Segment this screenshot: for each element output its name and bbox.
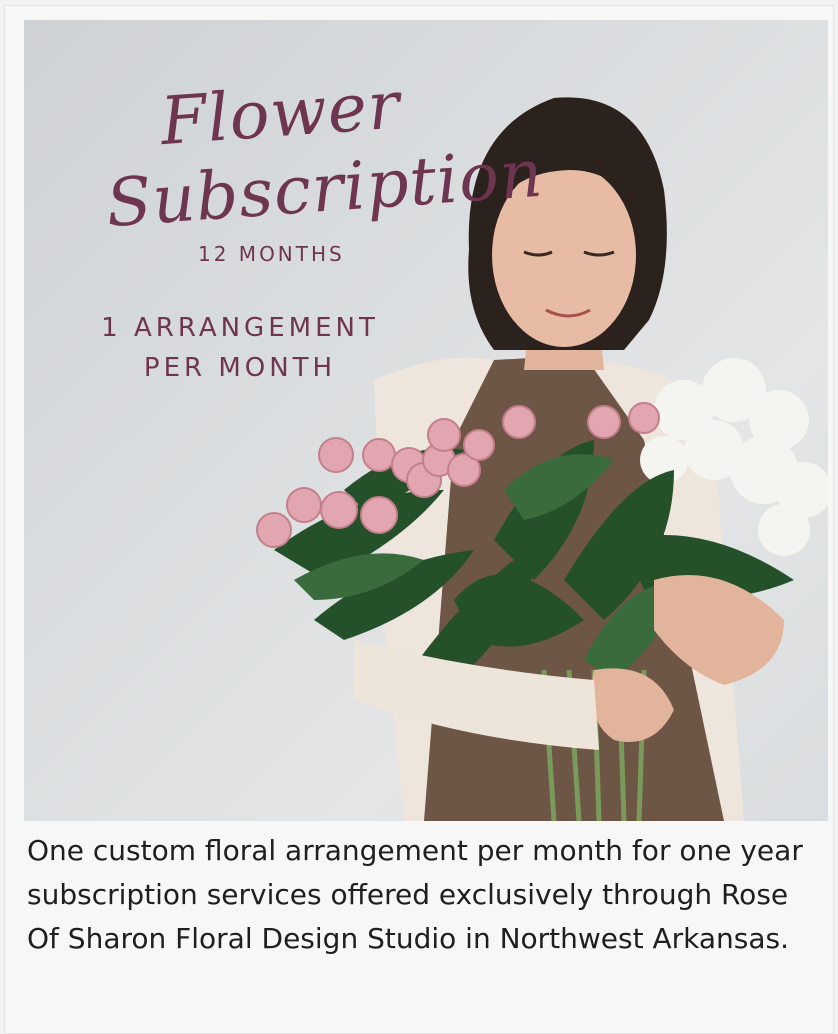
product-description: One custom floral arrangement per month … [27, 834, 803, 955]
offer-line-2: PER MONTH [143, 353, 337, 383]
arrangement-frequency: 1 ARRANGEMENT PER MONTH [80, 308, 400, 388]
flower-subscription-heading: Flower Subscription [99, 66, 546, 258]
subscription-duration: 12 MONTHS [198, 242, 345, 266]
heading-line-1: Flower [158, 66, 403, 161]
offer-line-1: 1 ARRANGEMENT [101, 313, 379, 343]
product-card: Flower Subscription 12 MONTHS 1 ARRANGEM… [4, 5, 834, 1034]
product-image[interactable]: Flower Subscription 12 MONTHS 1 ARRANGEM… [24, 20, 828, 821]
